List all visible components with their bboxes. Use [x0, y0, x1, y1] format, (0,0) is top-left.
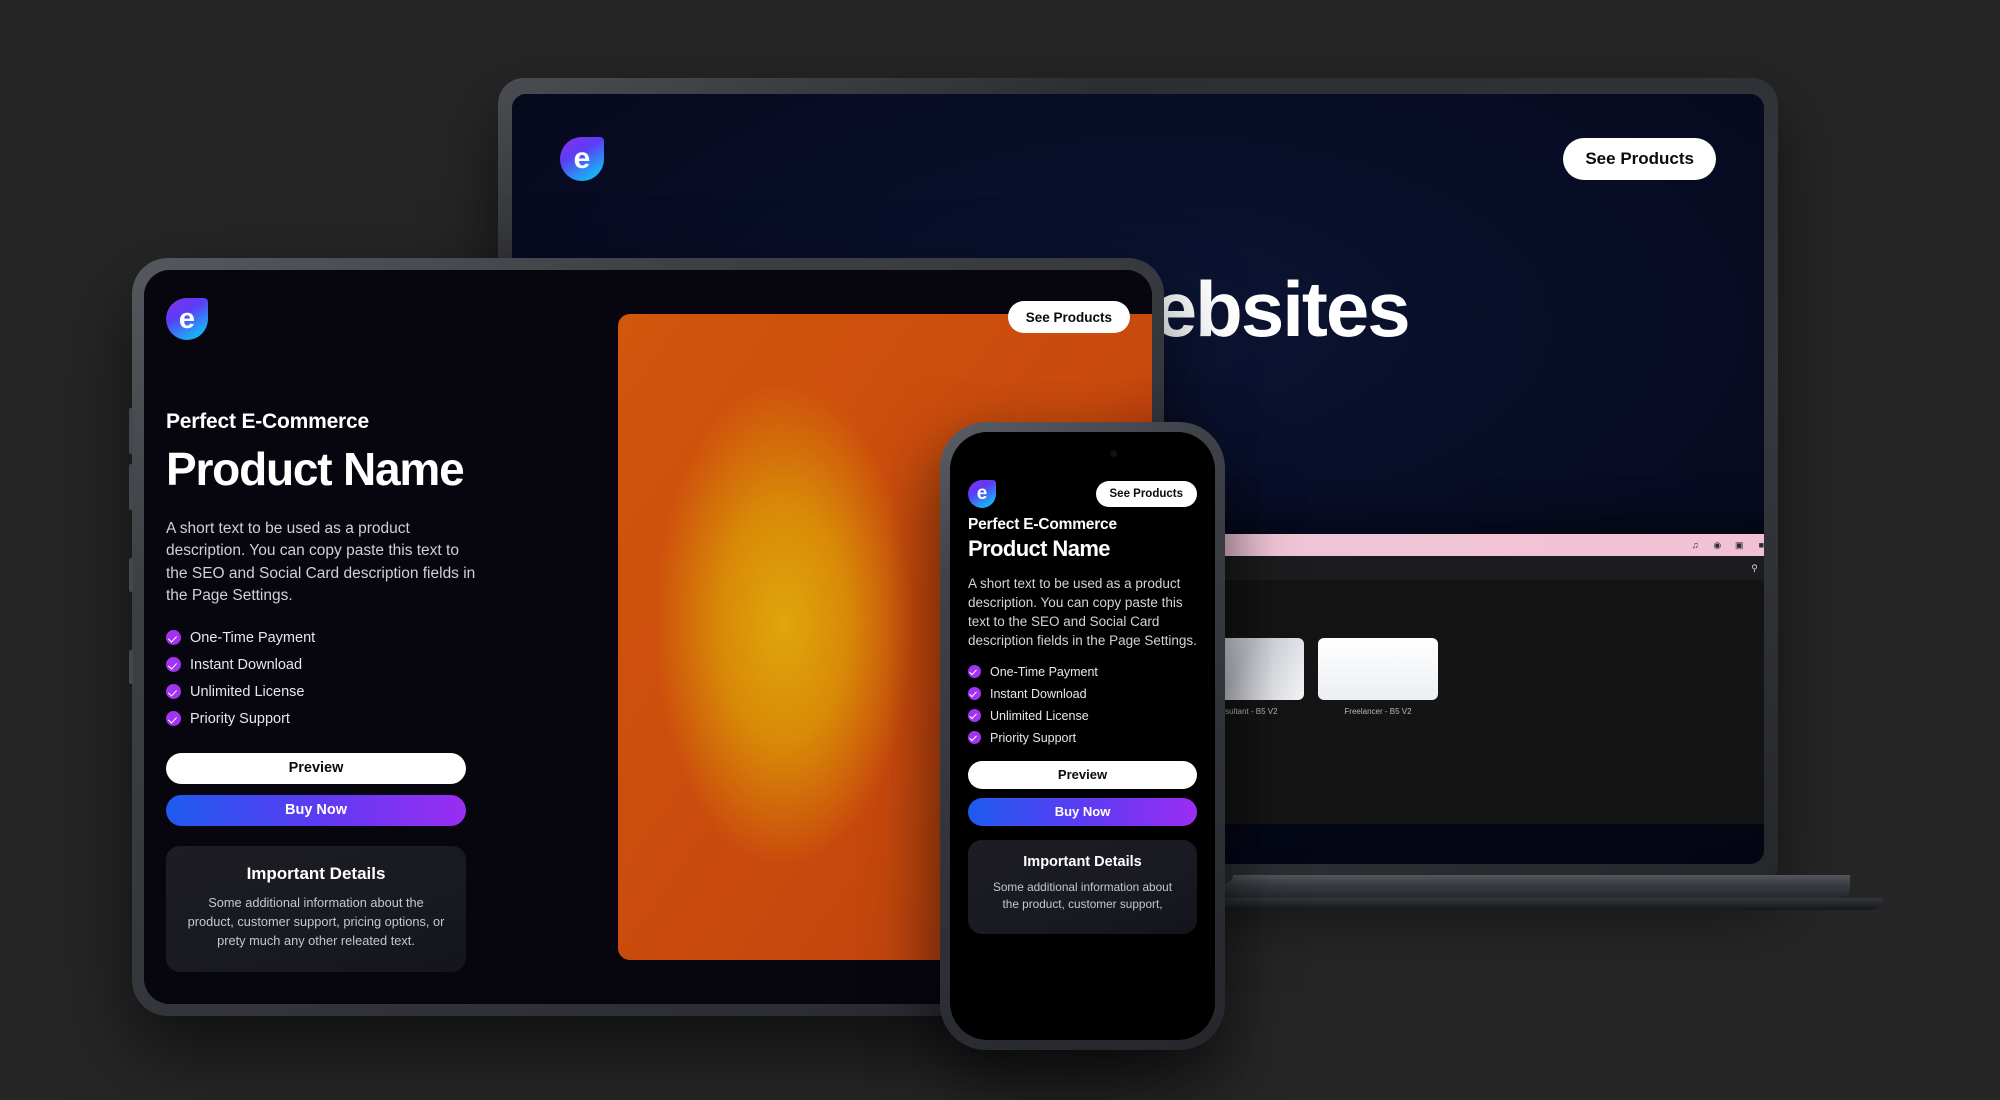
feature-label: Unlimited License [990, 708, 1089, 723]
headphones-icon: ♫ [1691, 540, 1699, 550]
power-button[interactable] [129, 558, 133, 592]
preview-button[interactable]: Preview [166, 752, 466, 784]
see-products-button[interactable]: See Products [1007, 301, 1130, 333]
brand-logo-icon[interactable]: e [166, 298, 208, 340]
phone-page: e See Products Perfect E-Commerce Produc… [950, 432, 1215, 1040]
feature-label: Priority Support [190, 710, 290, 727]
details-title: Important Details [1023, 853, 1142, 870]
list-item: One-Time Payment [968, 665, 1197, 679]
check-circle-icon [968, 665, 981, 679]
tablet-side-buttons [129, 258, 134, 1016]
list-item: Unlimited License [968, 709, 1197, 723]
list-item: One-Time Payment [166, 630, 574, 646]
action-buttons: Preview Buy Now [166, 752, 466, 826]
product-description: A short text to be used as a product des… [968, 576, 1197, 649]
brand-logo-icon[interactable]: e [968, 480, 996, 508]
see-products-button[interactable]: See Products [1095, 481, 1197, 507]
see-products-button[interactable]: See Products [1563, 138, 1716, 180]
details-text: Some additional information about the pr… [992, 879, 1173, 912]
check-circle-icon [166, 711, 181, 727]
extra-button[interactable] [129, 650, 133, 684]
check-circle-icon [968, 709, 981, 723]
search-icon[interactable]: ⚲ [1751, 563, 1758, 574]
control-center-icon: ◉ [1713, 539, 1722, 550]
brand-logo-icon[interactable]: e [560, 137, 604, 181]
tablet-left-column: e Perfect E-Commerce Product Name A shor… [144, 270, 574, 1004]
important-details-card: Important Details Some additional inform… [166, 845, 466, 973]
feature-label: Instant Download [990, 686, 1087, 701]
phone-shell: e See Products Perfect E-Commerce Produc… [940, 422, 1225, 1050]
preview-button[interactable]: Preview [968, 760, 1197, 789]
buy-now-button[interactable]: Buy Now [166, 794, 466, 826]
template-thumbnail [1318, 638, 1438, 700]
tablet-navbar: See Products [596, 292, 1130, 342]
list-item: Instant Download [968, 687, 1197, 701]
details-text: Some additional information about the pr… [187, 894, 445, 949]
feature-label: One-Time Payment [990, 664, 1098, 679]
details-title: Important Details [246, 863, 386, 883]
list-item: Priority Support [968, 731, 1197, 745]
list-item: Priority Support [166, 711, 574, 727]
product-eyebrow: Perfect E-Commerce [968, 516, 1117, 533]
check-circle-icon [968, 687, 981, 701]
product-title: Product Name [166, 443, 465, 495]
product-description: A short text to be used as a product des… [166, 520, 476, 605]
tablet-product-info: Perfect E-Commerce Product Name A short … [166, 340, 574, 973]
volume-down-button[interactable] [129, 464, 133, 510]
feature-label: Priority Support [990, 730, 1077, 745]
phone-device: e See Products Perfect E-Commerce Produc… [940, 422, 1225, 1050]
template-card[interactable]: Freelancer - B5 V2 [1318, 638, 1438, 716]
mockup-stage: e See Products s template for websites c… [0, 0, 2000, 1100]
important-details-card: Important Details Some additional inform… [968, 839, 1197, 934]
product-eyebrow: Perfect E-Commerce [166, 410, 369, 433]
buy-now-button[interactable]: Buy Now [968, 797, 1197, 826]
battery-icon: ■ [1758, 540, 1764, 550]
feature-list: One-Time Payment Instant Download Unlimi… [968, 665, 1197, 745]
dynamic-island [1036, 443, 1129, 465]
list-item: Instant Download [166, 657, 574, 673]
check-circle-icon [166, 684, 181, 700]
front-camera-icon [1109, 450, 1117, 457]
volume-up-button[interactable] [129, 408, 133, 454]
feature-list: One-Time Payment Instant Download Unlimi… [166, 630, 574, 727]
check-circle-icon [166, 630, 181, 646]
feature-label: Instant Download [190, 656, 303, 673]
action-buttons: Preview Buy Now [968, 760, 1197, 826]
check-circle-icon [968, 731, 981, 745]
template-caption: Freelancer - B5 V2 [1344, 707, 1412, 716]
feature-label: One-Time Payment [190, 629, 316, 646]
product-title: Product Name [968, 536, 1111, 561]
list-item: Unlimited License [166, 684, 574, 700]
phone-screen: e See Products Perfect E-Commerce Produc… [950, 432, 1215, 1040]
feature-label: Unlimited License [190, 683, 305, 700]
keyboard-layout-icon: ▣ [1735, 539, 1744, 550]
check-circle-icon [166, 657, 181, 673]
laptop-navbar: e See Products [560, 124, 1716, 194]
